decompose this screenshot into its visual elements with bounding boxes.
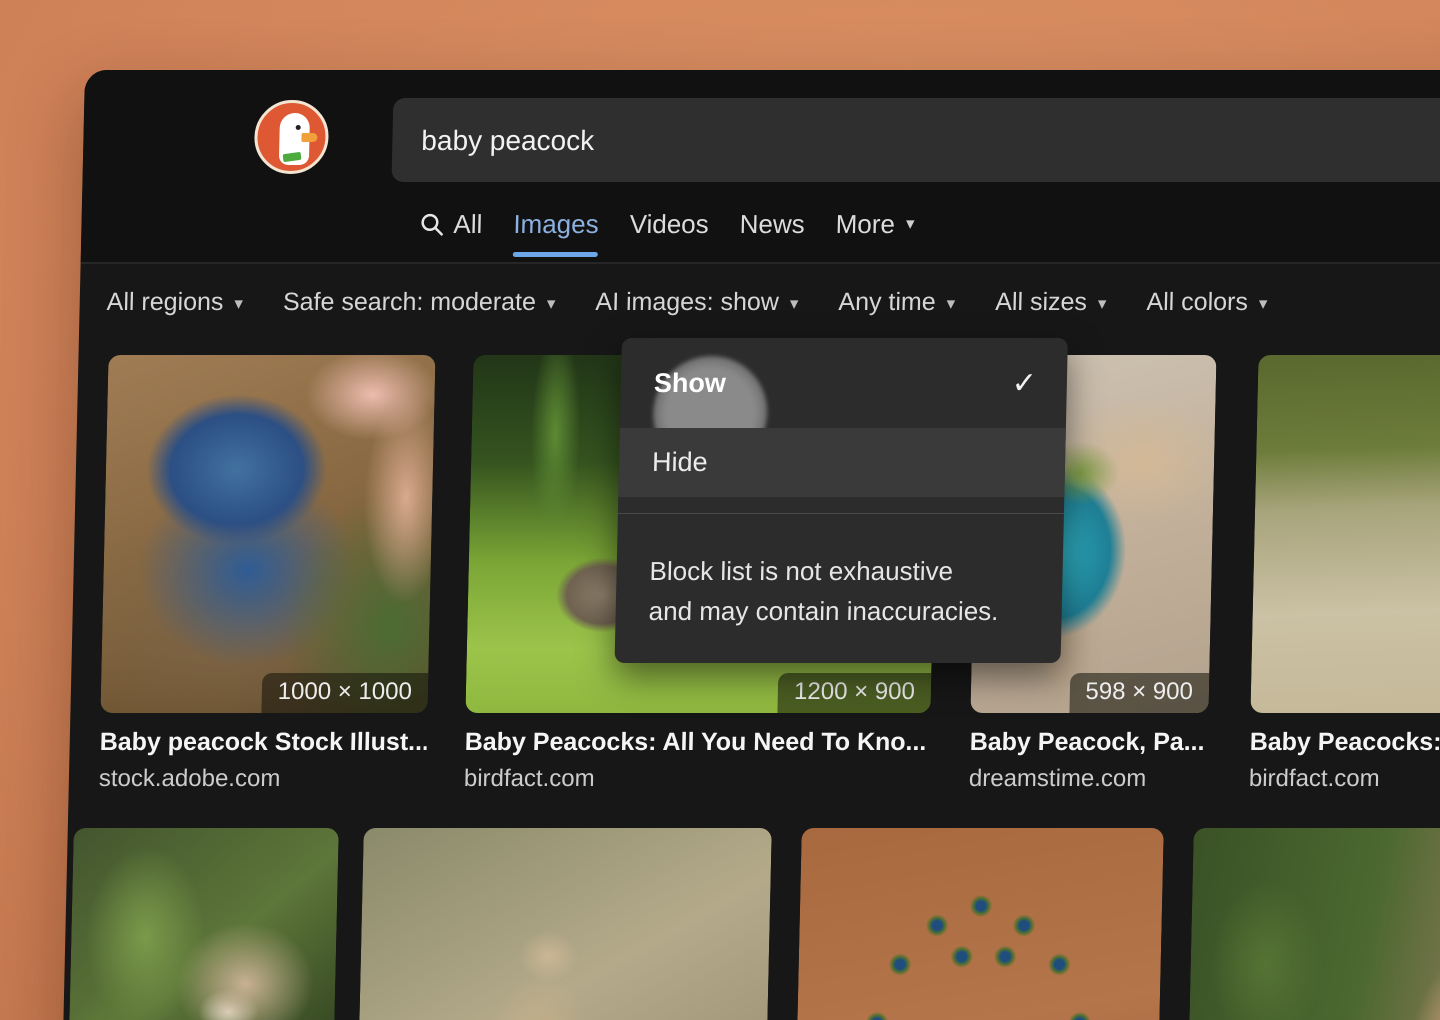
result-domain: birdfact.com bbox=[1249, 765, 1440, 793]
search-input[interactable] bbox=[418, 98, 1324, 184]
tab-more[interactable]: More ▾ bbox=[835, 209, 915, 240]
tab-images-label: Images bbox=[513, 209, 599, 240]
search-tabs: All Images Videos News More ▾ bbox=[419, 204, 915, 244]
result-title: Baby Peacock, Pa... bbox=[969, 728, 1208, 757]
filter-sizes-label: All sizes bbox=[995, 288, 1087, 317]
tab-images[interactable]: Images bbox=[513, 209, 599, 240]
result-domain: birdfact.com bbox=[464, 765, 930, 793]
caret-down-icon: ▾ bbox=[547, 291, 556, 314]
menu-option-show-label: Show bbox=[654, 368, 727, 399]
ai-images-dropdown: Show ✓ Hide Block list is not exhaustive… bbox=[615, 338, 1068, 663]
filter-ai-images[interactable]: AI images: show ▾ bbox=[595, 288, 799, 317]
tab-all[interactable]: All bbox=[419, 209, 483, 240]
filter-bar: All regions ▾ Safe search: moderate ▾ AI… bbox=[106, 288, 1267, 317]
search-bar bbox=[391, 98, 1440, 182]
image-result[interactable] bbox=[65, 828, 339, 1020]
filter-safe-search[interactable]: Safe search: moderate ▾ bbox=[283, 288, 556, 317]
image-dimensions-badge: 1200 × 900 bbox=[778, 673, 932, 713]
image-result[interactable]: 1000 × 1000 Baby peacock Stock Illust...… bbox=[99, 355, 436, 793]
image-dimensions-badge: 1000 × 1000 bbox=[261, 673, 428, 713]
result-title: Baby peacock Stock Illust... bbox=[99, 728, 427, 757]
result-thumbnail bbox=[1250, 355, 1440, 713]
image-result[interactable] bbox=[793, 828, 1164, 1020]
browser-window: All Images Videos News More ▾ All region… bbox=[53, 70, 1440, 1020]
tab-news[interactable]: News bbox=[739, 209, 805, 240]
filter-colors-label: All colors bbox=[1146, 288, 1248, 317]
menu-note-line1: Block list is not exhaustive bbox=[649, 551, 1037, 591]
filter-time-label: Any time bbox=[838, 288, 936, 317]
caret-down-icon: ▾ bbox=[1259, 291, 1268, 314]
result-thumbnail bbox=[1185, 828, 1440, 1020]
tab-videos[interactable]: Videos bbox=[629, 209, 709, 240]
menu-note-line2: and may contain inaccuracies. bbox=[648, 591, 1036, 631]
menu-divider bbox=[618, 513, 1064, 514]
filter-regions-label: All regions bbox=[106, 288, 223, 317]
filter-ai-images-label: AI images: show bbox=[595, 288, 779, 317]
promo-background: { "colors": { "background_orange": "#d08… bbox=[0, 0, 1440, 1020]
tab-all-label: All bbox=[453, 209, 483, 240]
tab-videos-label: Videos bbox=[629, 209, 709, 240]
caret-down-icon: ▾ bbox=[906, 214, 915, 234]
filter-time[interactable]: Any time ▾ bbox=[838, 288, 955, 317]
filter-safe-search-label: Safe search: moderate bbox=[283, 288, 537, 317]
caret-down-icon: ▾ bbox=[234, 291, 243, 314]
menu-note: Block list is not exhaustive and may con… bbox=[648, 551, 1037, 631]
tab-more-label: More bbox=[835, 209, 895, 240]
tab-news-label: News bbox=[739, 209, 805, 240]
result-title: Baby Peacocks: bbox=[1249, 728, 1440, 757]
result-thumbnail bbox=[65, 828, 339, 1020]
image-result[interactable] bbox=[355, 828, 772, 1020]
image-dimensions-badge: 598 × 900 bbox=[1069, 673, 1209, 713]
result-thumbnail: 1000 × 1000 bbox=[100, 355, 435, 713]
result-title: Baby Peacocks: All You Need To Kno... bbox=[464, 728, 930, 757]
filter-regions[interactable]: All regions ▾ bbox=[106, 288, 243, 317]
result-thumbnail bbox=[355, 828, 772, 1020]
filter-sizes[interactable]: All sizes ▾ bbox=[995, 288, 1107, 317]
header-divider bbox=[81, 262, 1440, 264]
caret-down-icon: ▾ bbox=[790, 291, 799, 314]
menu-option-hide[interactable]: Hide bbox=[618, 428, 1066, 497]
caret-down-icon: ▾ bbox=[946, 291, 955, 314]
result-domain: stock.adobe.com bbox=[99, 765, 427, 793]
filter-colors[interactable]: All colors ▾ bbox=[1146, 288, 1268, 317]
image-result[interactable] bbox=[1185, 828, 1440, 1020]
checkmark-icon: ✓ bbox=[1011, 366, 1037, 401]
caret-down-icon: ▾ bbox=[1098, 291, 1107, 314]
image-result[interactable]: Baby Peacocks: birdfact.com bbox=[1249, 355, 1440, 793]
menu-option-show[interactable]: Show ✓ bbox=[620, 338, 1068, 428]
search-icon bbox=[419, 212, 445, 237]
result-domain: dreamstime.com bbox=[969, 765, 1208, 793]
menu-option-hide-label: Hide bbox=[652, 447, 708, 478]
result-thumbnail bbox=[793, 828, 1164, 1020]
duck-beak bbox=[301, 133, 317, 142]
